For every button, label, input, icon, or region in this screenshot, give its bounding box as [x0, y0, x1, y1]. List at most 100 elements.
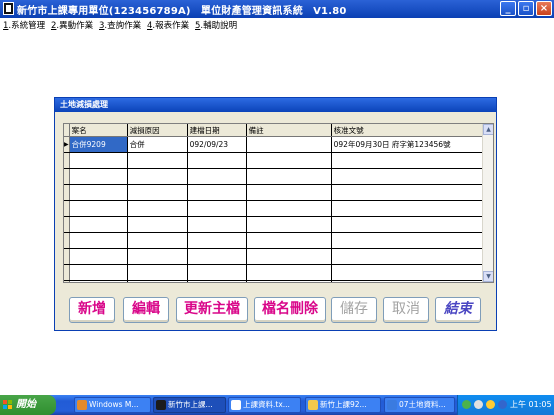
table-cell[interactable]	[331, 152, 487, 169]
table-cell[interactable]	[127, 152, 188, 169]
table-cell[interactable]	[69, 168, 128, 185]
menu-query-key: 3	[99, 21, 105, 31]
security-icon[interactable]	[486, 400, 495, 409]
table-cell[interactable]	[246, 248, 332, 265]
table-row[interactable]: ▶ 合併9209 合併 092/09/23 092年09月30日 府字第1234…	[64, 136, 487, 153]
table-cell[interactable]	[127, 216, 188, 233]
table-row[interactable]	[64, 184, 487, 201]
table-cell[interactable]	[69, 280, 128, 282]
table-cell[interactable]	[187, 232, 247, 249]
menu-system[interactable]: 1.系統管理	[3, 19, 45, 31]
table-cell[interactable]	[187, 248, 247, 265]
table-cell[interactable]	[246, 184, 332, 201]
cell-text	[247, 140, 249, 149]
table-cell[interactable]	[331, 216, 487, 233]
column-header-approval-number[interactable]: 核准文號	[331, 124, 487, 137]
scroll-up-arrow-icon[interactable]: ▲	[483, 124, 493, 135]
add-button[interactable]: 新增	[69, 297, 115, 323]
table-cell[interactable]	[246, 152, 332, 169]
column-header-label: 備註	[248, 125, 264, 135]
start-button[interactable]: 開始	[0, 395, 56, 415]
language-icon[interactable]	[498, 400, 507, 409]
cell-remarks[interactable]	[246, 136, 332, 153]
table-cell[interactable]	[127, 200, 188, 217]
table-cell[interactable]	[331, 200, 487, 217]
table-cell[interactable]	[187, 184, 247, 201]
table-cell[interactable]	[187, 264, 247, 281]
task-label: Windows M...	[89, 400, 139, 409]
table-cell[interactable]	[69, 200, 128, 217]
table-cell[interactable]	[69, 152, 128, 169]
table-cell[interactable]	[69, 216, 128, 233]
table-cell[interactable]	[331, 232, 487, 249]
volume-icon[interactable]	[474, 400, 483, 409]
table-cell[interactable]	[187, 200, 247, 217]
table-cell[interactable]	[127, 248, 188, 265]
table-cell[interactable]	[331, 168, 487, 185]
table-row[interactable]	[64, 248, 487, 265]
table-cell[interactable]	[69, 264, 128, 281]
delete-record-button[interactable]: 檔名刪除	[254, 297, 326, 323]
table-row[interactable]	[64, 200, 487, 217]
task-windows-media[interactable]: Windows M...	[74, 397, 151, 413]
column-header-case-name[interactable]: 案名	[69, 124, 128, 137]
table-cell[interactable]	[69, 232, 128, 249]
table-cell[interactable]	[187, 152, 247, 169]
notepad-icon	[231, 400, 241, 410]
table-cell[interactable]	[127, 232, 188, 249]
table-row[interactable]	[64, 264, 487, 281]
table-cell[interactable]	[331, 248, 487, 265]
cell-created-date[interactable]: 092/09/23	[187, 136, 247, 153]
update-master-button[interactable]: 更新主檔	[176, 297, 248, 323]
table-cell[interactable]	[246, 232, 332, 249]
restore-button[interactable]: ▫	[518, 1, 534, 16]
table-cell[interactable]	[246, 216, 332, 233]
column-header-remarks[interactable]: 備註	[246, 124, 332, 137]
app-icon	[156, 400, 166, 410]
table-cell[interactable]	[331, 264, 487, 281]
table-row[interactable]	[64, 280, 487, 282]
table-cell[interactable]	[187, 216, 247, 233]
menu-help[interactable]: 5.輔助說明	[195, 19, 237, 31]
table-cell[interactable]	[127, 168, 188, 185]
column-header-created-date[interactable]: 建檔日期	[187, 124, 247, 137]
task-folder[interactable]: 新竹上課92...	[305, 397, 381, 413]
task-word-document[interactable]: 07土地資料...	[384, 397, 455, 413]
menu-transactions[interactable]: 2.異動作業	[51, 19, 93, 31]
exit-button[interactable]: 結束	[435, 297, 481, 323]
table-cell[interactable]	[127, 280, 188, 282]
table-cell[interactable]	[331, 280, 487, 282]
table-cell[interactable]	[187, 168, 247, 185]
scroll-down-arrow-icon[interactable]: ▼	[483, 271, 493, 282]
table-cell[interactable]	[187, 280, 247, 282]
cancel-button[interactable]: 取消	[383, 297, 429, 323]
table-cell[interactable]	[246, 200, 332, 217]
vertical-scrollbar[interactable]: ▲ ▼	[482, 124, 493, 282]
task-notepad[interactable]: 上課資料.tx...	[228, 397, 301, 413]
cell-case-name[interactable]: 合併9209	[69, 136, 128, 153]
table-cell[interactable]	[246, 264, 332, 281]
table-row[interactable]	[64, 168, 487, 185]
table-cell[interactable]	[246, 280, 332, 282]
task-property-system[interactable]: 新竹市上課...	[153, 397, 226, 413]
table-cell[interactable]	[246, 168, 332, 185]
table-cell[interactable]	[127, 264, 188, 281]
table-row[interactable]	[64, 232, 487, 249]
table-row[interactable]	[64, 152, 487, 169]
edit-button[interactable]: 編輯	[123, 297, 169, 323]
table-cell[interactable]	[331, 184, 487, 201]
menu-reports[interactable]: 4.報表作業	[147, 19, 189, 31]
save-button[interactable]: 儲存	[331, 297, 377, 323]
network-icon[interactable]	[462, 400, 471, 409]
table-cell[interactable]	[69, 184, 128, 201]
menu-query[interactable]: 3.查詢作業	[99, 19, 141, 31]
close-button[interactable]: ×	[536, 1, 552, 16]
table-cell[interactable]	[69, 248, 128, 265]
column-header-reason[interactable]: 減損原因	[127, 124, 188, 137]
cell-reason[interactable]: 合併	[127, 136, 188, 153]
records-grid[interactable]: 案名 減損原因 建檔日期 備註 核准文號 ▶ 合併9209 合併 092/09/…	[63, 123, 494, 283]
cell-approval-number[interactable]: 092年09月30日 府字第123456號	[331, 136, 487, 153]
table-cell[interactable]	[127, 184, 188, 201]
table-row[interactable]	[64, 216, 487, 233]
minimize-button[interactable]: _	[500, 1, 516, 16]
